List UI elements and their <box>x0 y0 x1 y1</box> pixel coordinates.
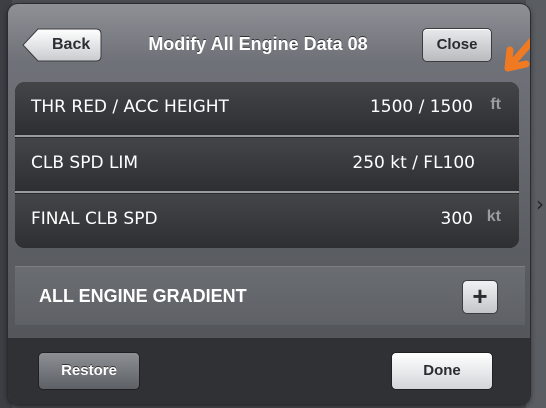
page-title: Modify All Engine Data 08 <box>148 34 368 54</box>
add-gradient-button[interactable]: + <box>462 280 498 314</box>
modify-engine-data-popover: Back Modify All Engine Data 08 Close THR… <box>8 4 530 404</box>
row-label: FINAL CLB SPD <box>31 209 158 229</box>
row-thr-red-acc-height[interactable]: THR RED / ACC HEIGHT 1500 / 1500 ft <box>15 82 519 134</box>
gradient-label: ALL ENGINE GRADIENT <box>39 286 247 306</box>
back-button-label: Back <box>52 36 91 53</box>
row-value: 250 kt / FL100 <box>352 153 475 173</box>
chevron-right-icon: › <box>536 192 544 216</box>
row-unit: kt <box>486 208 501 225</box>
restore-button[interactable]: Restore <box>38 352 140 390</box>
row-divider <box>15 135 519 137</box>
close-button[interactable]: Close <box>422 28 492 62</box>
row-clb-spd-lim[interactable]: CLB SPD LIM 250 kt / FL100 <box>15 138 519 190</box>
row-unit: ft <box>490 96 501 113</box>
row-divider <box>15 191 519 193</box>
engine-data-list: THR RED / ACC HEIGHT 1500 / 1500 ft CLB … <box>15 82 519 248</box>
plus-icon: + <box>472 281 488 311</box>
footer-bar: Restore Done <box>8 338 530 404</box>
all-engine-gradient-section: ALL ENGINE GRADIENT + <box>15 266 525 325</box>
back-button[interactable]: Back <box>22 28 102 62</box>
header-bar: Back Modify All Engine Data 08 Close <box>8 4 530 76</box>
row-value: 1500 / 1500 <box>369 97 473 117</box>
row-final-clb-spd[interactable]: FINAL CLB SPD 300 kt <box>15 194 519 248</box>
orange-arrow-icon <box>504 37 530 72</box>
row-value: 300 <box>440 209 473 229</box>
row-label: THR RED / ACC HEIGHT <box>31 97 229 117</box>
done-button[interactable]: Done <box>391 352 493 390</box>
row-label: CLB SPD LIM <box>31 153 139 173</box>
